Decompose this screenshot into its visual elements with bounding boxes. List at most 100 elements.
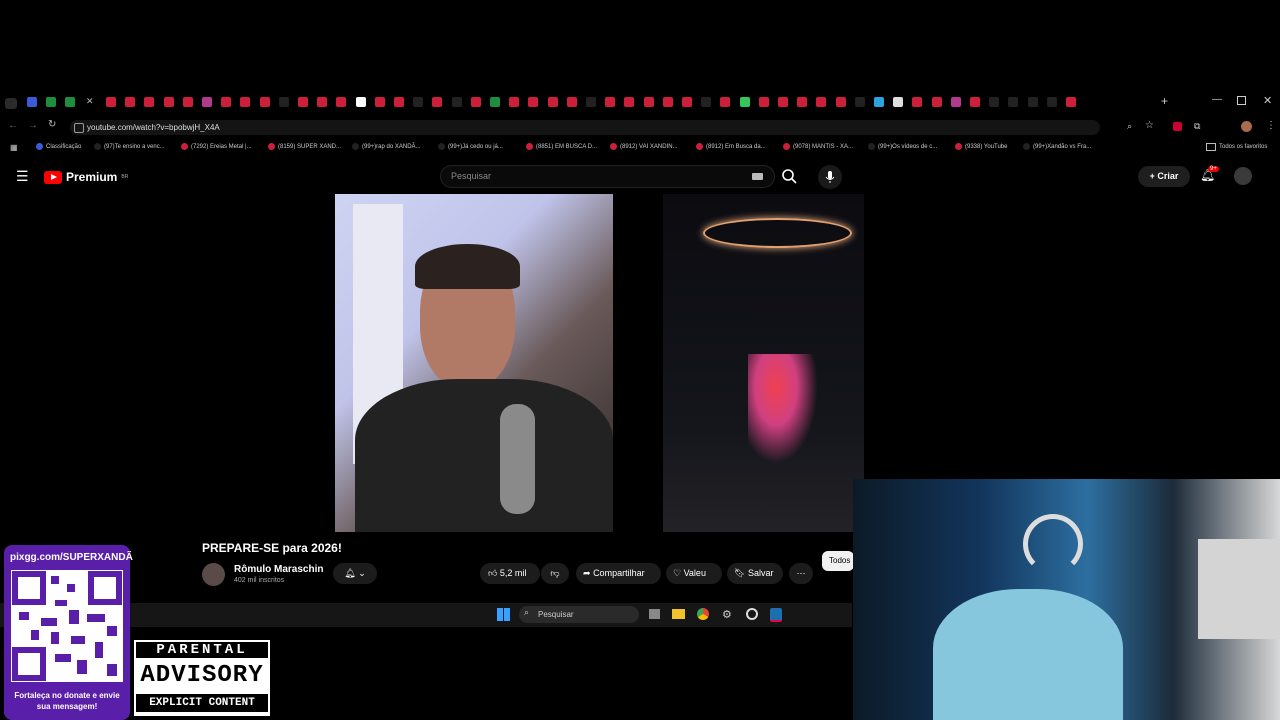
apps-grid-icon[interactable]: ▦	[10, 143, 18, 152]
tab[interactable]	[950, 97, 961, 107]
tab[interactable]	[336, 97, 347, 107]
tab[interactable]	[490, 97, 500, 107]
tab[interactable]	[605, 97, 616, 107]
task-view-icon[interactable]	[649, 609, 660, 619]
bookmark-item[interactable]: (9078) MANTIS - XA...	[783, 143, 853, 150]
extension-icon[interactable]	[1173, 122, 1182, 131]
chrome-icon[interactable]	[697, 608, 709, 620]
tab[interactable]	[758, 97, 769, 107]
profile-avatar[interactable]	[1241, 121, 1252, 132]
taskbar-search-input[interactable]: Pesquisar	[519, 606, 639, 623]
tab[interactable]	[65, 97, 75, 107]
tab[interactable]	[739, 97, 750, 107]
tab[interactable]	[989, 97, 1000, 107]
maximize-button[interactable]	[1237, 96, 1246, 105]
tab[interactable]	[643, 97, 654, 107]
windows-start-icon[interactable]	[497, 608, 510, 621]
tab[interactable]	[931, 97, 942, 107]
bookmark-item[interactable]: (99+)Xandão vs Fra...	[1023, 143, 1091, 150]
tab[interactable]	[1046, 97, 1057, 107]
bookmark-item[interactable]: (7292) Ereias Metal |...	[181, 143, 252, 150]
tab[interactable]	[970, 97, 980, 107]
tab[interactable]	[1066, 97, 1076, 107]
tab[interactable]	[125, 97, 136, 107]
bookmark-item[interactable]: (9338) YouTube	[955, 143, 1007, 150]
subscribed-bell-button[interactable]: 🔔︎ ⌄	[333, 563, 377, 584]
tab[interactable]	[394, 97, 404, 107]
tab[interactable]	[317, 97, 328, 107]
tab[interactable]	[566, 97, 577, 107]
tab[interactable]	[163, 97, 174, 107]
tab[interactable]	[470, 97, 481, 107]
all-favorites-folder[interactable]: Todos os favoritos	[1206, 143, 1267, 151]
tab[interactable]	[106, 97, 116, 107]
bookmark-item[interactable]: (97)Te ensino a venc...	[94, 143, 165, 150]
search-input[interactable]: Pesquisar	[440, 165, 775, 188]
voice-search-button[interactable]	[818, 165, 842, 189]
file-explorer-icon[interactable]	[672, 609, 685, 619]
create-button[interactable]: + Criar	[1138, 166, 1190, 187]
tab[interactable]	[202, 97, 212, 107]
tab[interactable]	[528, 97, 539, 107]
settings-gear-icon[interactable]: ⚙	[722, 608, 732, 621]
back-icon[interactable]: ←	[8, 120, 18, 131]
keyboard-icon[interactable]	[752, 173, 763, 180]
tab-search-button[interactable]	[5, 98, 17, 109]
tab[interactable]	[27, 97, 37, 107]
close-window-button[interactable]: ✕	[1263, 94, 1272, 107]
share-button[interactable]: ➦ Compartilhar	[576, 563, 661, 584]
tab[interactable]	[221, 97, 232, 107]
tab[interactable]	[701, 97, 712, 107]
new-tab-button[interactable]: +	[1161, 94, 1168, 108]
site-info-icon[interactable]	[74, 123, 84, 133]
tab[interactable]	[259, 97, 270, 107]
bookmark-item[interactable]: (99+)rap do XANDÃ...	[352, 143, 421, 150]
tab[interactable]	[182, 97, 193, 107]
tab[interactable]	[509, 97, 520, 107]
bookmark-star-icon[interactable]: ☆	[1145, 120, 1154, 131]
more-actions-button[interactable]: ⋯	[789, 563, 813, 584]
channel-avatar[interactable]	[202, 563, 225, 586]
thanks-button[interactable]: ♡ Valeu	[666, 563, 722, 584]
bookmark-item[interactable]: (8912) Em Busca da...	[696, 143, 766, 150]
forward-icon[interactable]: →	[28, 120, 38, 131]
tab[interactable]	[432, 97, 443, 107]
tab[interactable]	[662, 97, 673, 107]
tab[interactable]	[586, 97, 596, 107]
tab[interactable]	[240, 97, 251, 107]
save-button[interactable]: 🔖︎ Salvar	[727, 563, 783, 584]
youtube-logo[interactable]: Premium BR	[44, 170, 128, 184]
tab[interactable]	[1027, 97, 1038, 107]
steam-icon[interactable]	[770, 608, 782, 622]
hamburger-menu-icon[interactable]: ☰	[16, 168, 29, 185]
tab[interactable]	[816, 97, 827, 107]
filter-chip-all[interactable]: Todos	[822, 551, 854, 571]
tab[interactable]	[1008, 97, 1019, 107]
tab[interactable]	[835, 97, 846, 107]
tab[interactable]	[298, 97, 308, 107]
bookmark-item[interactable]: Classificação	[36, 143, 81, 150]
tab[interactable]	[413, 97, 424, 107]
tab[interactable]	[144, 97, 155, 107]
bookmark-item[interactable]: (8851) EM BUSCA D...	[526, 143, 597, 150]
tab[interactable]	[874, 97, 884, 107]
tab[interactable]	[624, 97, 635, 107]
dislike-button[interactable]: 👎︎	[541, 563, 569, 584]
url-field[interactable]: youtube.com/watch?v=bpobwjH_X4A	[70, 120, 1100, 135]
zoom-icon[interactable]: ⌕	[1127, 121, 1132, 132]
tab[interactable]	[720, 97, 731, 107]
app-icon[interactable]	[746, 608, 758, 620]
tab[interactable]	[355, 97, 366, 107]
extensions-puzzle-icon[interactable]: ⧉	[1194, 121, 1200, 132]
minimize-button[interactable]: —	[1212, 94, 1222, 105]
tab[interactable]	[797, 97, 808, 107]
tab[interactable]	[854, 97, 865, 107]
bookmark-item[interactable]: (8912) VAI XANDIN...	[610, 143, 678, 150]
channel-name[interactable]: Rômulo Maraschin	[234, 564, 323, 575]
like-button[interactable]: 👍︎ 5,2 mil	[480, 563, 540, 584]
search-button[interactable]	[775, 165, 805, 188]
bookmark-item[interactable]: (8159) SUPER XAND...	[268, 143, 341, 150]
bookmark-item[interactable]: (99+)Os vídeos de c...	[868, 143, 937, 150]
tab[interactable]	[46, 97, 56, 107]
tab[interactable]	[893, 97, 904, 107]
